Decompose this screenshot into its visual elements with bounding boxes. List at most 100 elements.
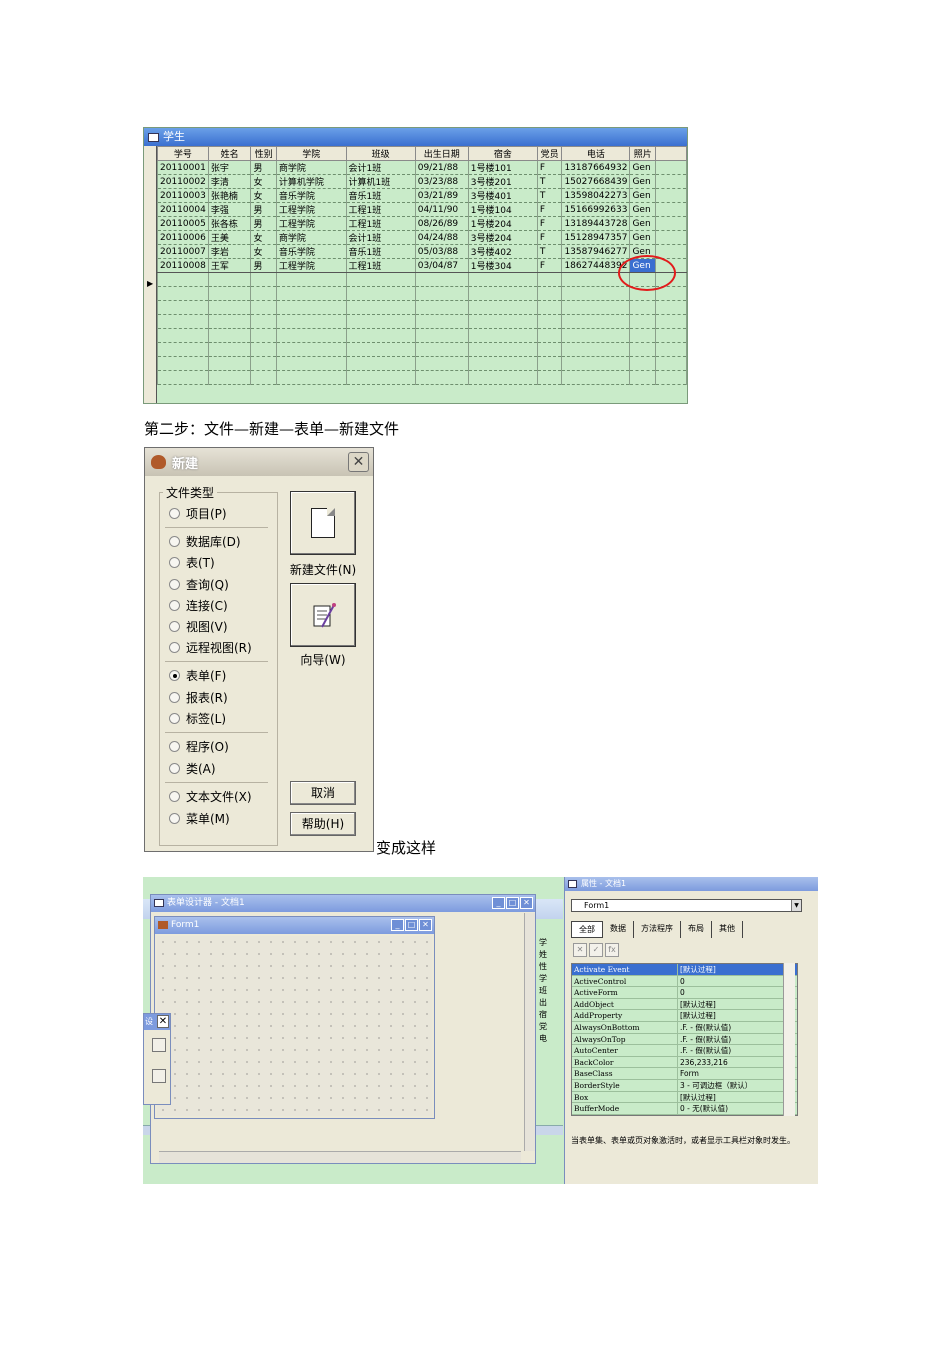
table-cell[interactable] xyxy=(275,342,347,357)
table-cell[interactable]: 女 xyxy=(250,230,277,245)
table-cell[interactable] xyxy=(414,356,469,371)
close-icon[interactable]: ✕ xyxy=(348,452,369,472)
table-cell[interactable] xyxy=(414,314,469,329)
table-cell[interactable]: 计算机1班 xyxy=(345,174,416,189)
table-cell[interactable]: 20110006 xyxy=(157,230,209,245)
table-cell[interactable]: 20110004 xyxy=(157,202,209,217)
property-row[interactable]: ActiveControl 0 xyxy=(572,975,797,988)
table-cell[interactable] xyxy=(207,342,252,357)
table-cell[interactable] xyxy=(275,314,347,329)
tab-all[interactable]: 全部 xyxy=(571,921,603,938)
table-cell[interactable] xyxy=(414,286,469,301)
table-cell[interactable]: 03/04/87 xyxy=(414,258,469,273)
table-cell[interactable]: 计算机学院 xyxy=(275,174,347,189)
table-cell[interactable] xyxy=(467,314,538,329)
table-cell[interactable] xyxy=(655,370,687,385)
table-cell[interactable] xyxy=(157,356,209,371)
table-cell[interactable]: F xyxy=(536,216,563,231)
radio-connection[interactable]: 连接(C) xyxy=(169,597,228,614)
table-row[interactable]: 20110004 李强男工程学院 工程1班 04/11/90 1号楼104 F 151669… xyxy=(157,202,687,217)
radio-class[interactable]: 类(A) xyxy=(169,760,216,777)
radio-report[interactable]: 报表(R) xyxy=(169,689,228,706)
form1-window[interactable]: Form1 _ □ ✕ xyxy=(154,916,435,1119)
table-cell[interactable]: 20110005 xyxy=(157,216,209,231)
table-cell[interactable] xyxy=(536,370,563,385)
table-cell[interactable]: 08/26/89 xyxy=(414,216,469,231)
cancel-icon[interactable]: ✕ xyxy=(573,943,587,957)
table-cell[interactable]: 男 xyxy=(250,258,277,273)
col-header[interactable]: 学号 xyxy=(157,146,209,161)
table-cell[interactable] xyxy=(655,174,687,189)
table-cell[interactable] xyxy=(207,370,252,385)
col-header[interactable]: 性别 xyxy=(250,146,277,161)
table-cell[interactable] xyxy=(345,272,416,287)
table-cell[interactable] xyxy=(629,342,657,357)
table-cell[interactable]: Gen xyxy=(629,188,657,203)
table-cell[interactable] xyxy=(655,314,687,329)
table-cell[interactable]: T xyxy=(536,188,563,203)
table-cell[interactable]: 04/24/88 xyxy=(414,230,469,245)
table-cell[interactable]: Gen xyxy=(629,174,657,189)
table-cell[interactable] xyxy=(275,328,347,343)
table-cell[interactable] xyxy=(561,356,631,371)
table-cell[interactable] xyxy=(275,300,347,315)
table-cell[interactable]: 女 xyxy=(250,244,277,259)
table-cell[interactable]: Gen xyxy=(629,230,657,245)
table-cell[interactable] xyxy=(157,342,209,357)
table-row[interactable] xyxy=(157,356,687,371)
table-cell[interactable]: 3号楼204 xyxy=(467,230,538,245)
table-cell[interactable] xyxy=(467,328,538,343)
table-cell[interactable]: 音乐学院 xyxy=(275,244,347,259)
table-cell[interactable] xyxy=(655,356,687,371)
table-cell[interactable]: 商学院 xyxy=(275,230,347,245)
table-cell[interactable]: 20110002 xyxy=(157,174,209,189)
property-row[interactable]: Box [默认过程] xyxy=(572,1091,797,1104)
table-cell[interactable] xyxy=(414,342,469,357)
col-header[interactable]: 学院 xyxy=(275,146,347,161)
table-row[interactable]: 20110008 王军男工程学院 工程1班 03/04/87 1号楼304 F 186274… xyxy=(157,258,687,273)
col-header[interactable]: 照片 xyxy=(629,146,657,161)
radio-remote-view[interactable]: 远程视图(R) xyxy=(169,639,252,656)
select-objects-tool-icon[interactable] xyxy=(152,1038,166,1052)
maximize-icon[interactable]: □ xyxy=(405,919,418,931)
table-cell[interactable] xyxy=(467,272,538,287)
table-cell[interactable]: 3号楼401 xyxy=(467,188,538,203)
col-header[interactable]: 宿舍 xyxy=(467,146,538,161)
property-row[interactable]: AddObject [默认过程] xyxy=(572,998,797,1011)
table-cell[interactable]: 女 xyxy=(250,188,277,203)
table-row[interactable]: 20110005 张各栋男工程学院 工程1班 08/26/89 1号楼204 F 13189… xyxy=(157,216,687,231)
table-cell[interactable]: 张宇 xyxy=(207,160,252,175)
function-icon[interactable]: fx xyxy=(605,943,619,957)
image-tool-icon[interactable] xyxy=(152,1069,166,1083)
property-row[interactable]: BufferMode 0 - 无(默认值) xyxy=(572,1103,797,1115)
table-cell[interactable] xyxy=(561,370,631,385)
form-canvas-grid[interactable] xyxy=(157,936,432,1116)
minimize-icon[interactable]: _ xyxy=(492,897,505,909)
table-cell[interactable] xyxy=(250,286,277,301)
property-row[interactable]: AlwaysOnTop .F. - 假(默认值) xyxy=(572,1033,797,1046)
col-header[interactable]: 出生日期 xyxy=(414,146,469,161)
table-row[interactable] xyxy=(157,328,687,343)
table-cell[interactable]: 王军 xyxy=(207,258,252,273)
tab-layout[interactable]: 布局 xyxy=(681,921,712,938)
table-cell[interactable]: 1号楼101 xyxy=(467,160,538,175)
table-cell[interactable] xyxy=(207,314,252,329)
radio-menu[interactable]: 菜单(M) xyxy=(169,810,230,827)
table-cell[interactable] xyxy=(655,188,687,203)
table-cell[interactable] xyxy=(345,342,416,357)
property-row[interactable]: Activate Event [默认过程] xyxy=(572,964,797,976)
table-cell[interactable]: 13187664932 xyxy=(561,160,631,175)
table-cell[interactable]: 工程学院 xyxy=(275,202,347,217)
table-cell[interactable]: 工程学院 xyxy=(275,258,347,273)
chevron-down-icon[interactable]: ▼ xyxy=(791,900,801,911)
object-selector[interactable]: Form1 ▼ xyxy=(571,899,802,912)
table-row[interactable] xyxy=(157,342,687,357)
table-cell[interactable] xyxy=(536,342,563,357)
table-cell[interactable]: 05/03/88 xyxy=(414,244,469,259)
radio-table[interactable]: 表(T) xyxy=(169,554,215,571)
wizard-button[interactable] xyxy=(290,583,356,647)
table-cell[interactable] xyxy=(655,300,687,315)
table-cell[interactable] xyxy=(157,272,209,287)
col-header[interactable]: 电话 xyxy=(561,146,631,161)
table-cell[interactable] xyxy=(467,286,538,301)
